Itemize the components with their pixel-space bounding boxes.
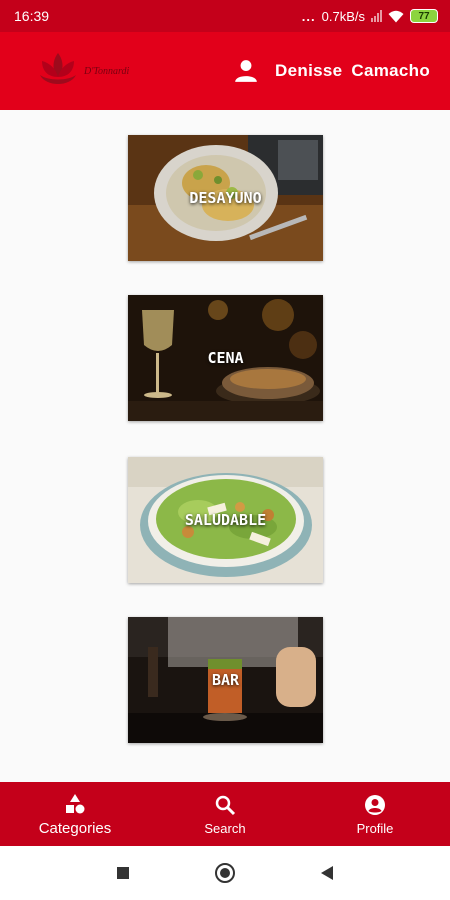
nav-label: Profile xyxy=(356,820,394,836)
category-list: DESAYUNO CENA SALUDABLE BAR xyxy=(0,110,450,782)
battery-icon: 77 xyxy=(410,9,438,23)
category-card-cena[interactable]: CENA xyxy=(128,295,323,421)
home-button[interactable] xyxy=(213,861,237,885)
user-name: Denisse Camacho xyxy=(275,61,430,80)
recents-button[interactable] xyxy=(111,861,135,885)
nav-profile[interactable]: Profile xyxy=(315,793,435,836)
shapes-icon xyxy=(66,793,85,813)
network-speed: 0.7kB/s xyxy=(321,8,365,24)
person-icon xyxy=(235,60,257,82)
status-time: 16:39 xyxy=(14,8,50,24)
wifi-icon xyxy=(388,10,404,22)
category-card-desayuno[interactable]: DESAYUNO xyxy=(128,135,323,261)
category-card-bar[interactable]: BAR xyxy=(128,617,323,743)
category-label: DESAYUNO xyxy=(189,189,262,207)
bottom-nav: Categories Search Profile xyxy=(0,782,450,846)
system-nav-bar xyxy=(0,846,450,900)
signal-icon xyxy=(371,10,382,22)
square-icon xyxy=(117,867,129,879)
lotus-logo-icon xyxy=(40,53,76,84)
account-circle-icon xyxy=(365,794,385,815)
category-label: BAR xyxy=(211,671,240,689)
nav-label: Search xyxy=(204,820,246,836)
status-bar: 16:39 ... 0.7kB/s 77 xyxy=(0,0,450,32)
category-label: CENA xyxy=(207,349,244,367)
search-icon xyxy=(215,795,236,815)
nav-categories[interactable]: Categories xyxy=(15,792,135,837)
category-label: SALUDABLE xyxy=(184,511,267,529)
back-triangle-icon xyxy=(321,866,333,880)
notification-dots: ... xyxy=(301,8,316,24)
brand-logo[interactable]: D'Tonnardi xyxy=(36,51,129,91)
status-indicators: ... 0.7kB/s 77 xyxy=(302,9,438,24)
user-menu[interactable]: Denisse Camacho xyxy=(233,58,430,84)
nav-search[interactable]: Search xyxy=(165,793,285,836)
category-card-saludable[interactable]: SALUDABLE xyxy=(128,457,323,583)
nav-label: Categories xyxy=(38,819,112,837)
app-header: D'Tonnardi Denisse Camacho xyxy=(0,32,450,110)
back-button[interactable] xyxy=(315,861,339,885)
circle-icon xyxy=(215,863,235,883)
logo-text: D'Tonnardi xyxy=(84,65,130,77)
